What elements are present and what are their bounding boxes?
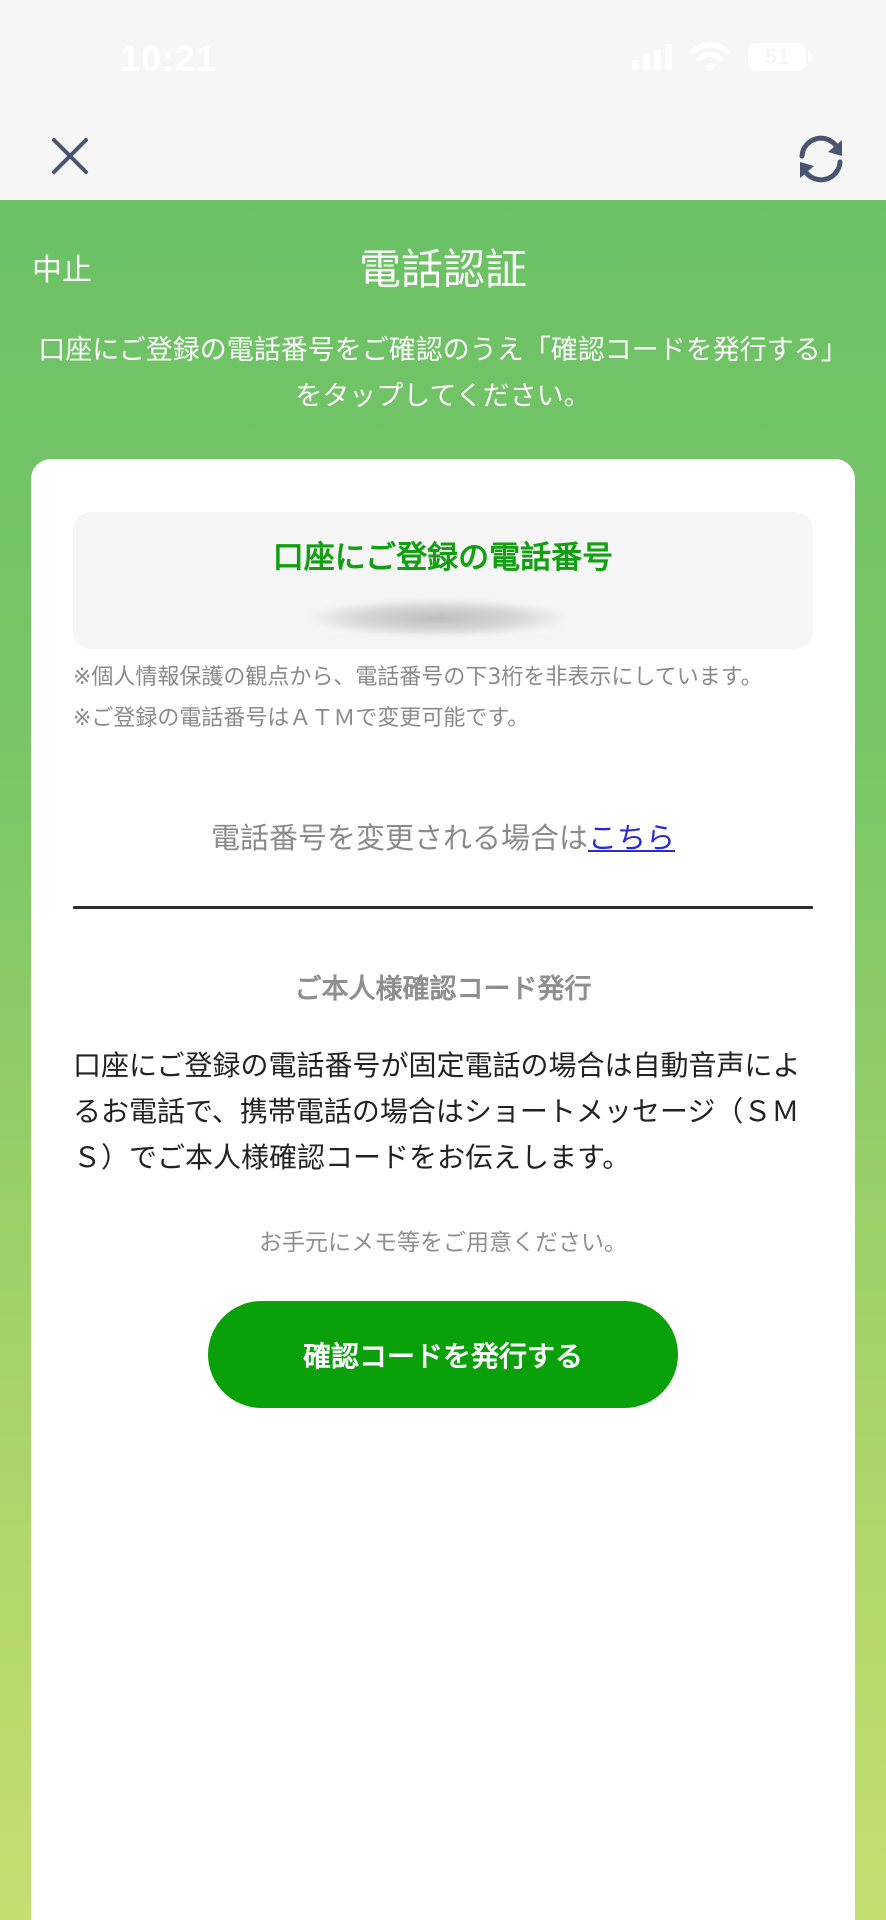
change-phone-line: 電話番号を変更される場合はこちら xyxy=(31,815,855,857)
privacy-note: ※個人情報保護の観点から、電話番号の下3桁を非表示にしています。 xyxy=(73,665,763,690)
signal-icon xyxy=(632,44,672,70)
battery-icon: 51 xyxy=(748,43,812,71)
masked-phone-number xyxy=(313,600,563,636)
page-title: 電話認証 xyxy=(358,245,527,294)
status-icons: 51 xyxy=(632,42,812,72)
close-button[interactable] xyxy=(48,134,92,178)
issue-code-button[interactable]: 確認コードを発行する xyxy=(208,1301,678,1408)
wifi-icon xyxy=(690,42,730,72)
reload-icon xyxy=(799,135,843,183)
intro-text: 口座にご登録の電話番号をご確認のうえ「確認コードを発行する」をタップしてください… xyxy=(38,335,848,412)
browser-toolbar xyxy=(0,110,886,200)
status-time: 10:21 xyxy=(120,38,218,79)
registered-phone-title: 口座にご登録の電話番号 xyxy=(272,540,614,576)
close-icon xyxy=(52,138,88,174)
registered-phone-box: 口座にご登録の電話番号 xyxy=(73,512,813,649)
privacy-notes: ※個人情報保護の観点から、電話番号の下3桁を非表示にしています。 ※ご登録の電話… xyxy=(73,657,813,739)
divider xyxy=(73,906,813,909)
section-title: ご本人様確認コード発行 xyxy=(294,974,592,1005)
status-bar: 10:21 51 xyxy=(0,0,886,110)
section-description: 口座にご登録の電話番号が固定電話の場合は自動音声によるお電話で、携帯電話の場合は… xyxy=(73,1049,801,1174)
atm-change-note: ※ご登録の電話番号はＡＴＭで変更可能です。 xyxy=(73,706,530,731)
memo-note: お手元にメモ等をご用意ください。 xyxy=(259,1230,627,1256)
change-phone-text: 電話番号を変更される場合は xyxy=(210,821,588,855)
content-card: 口座にご登録の電話番号 ※個人情報保護の観点から、電話番号の下3桁を非表示にして… xyxy=(31,459,855,1920)
change-phone-link[interactable]: こちら xyxy=(588,821,675,855)
reload-button[interactable] xyxy=(792,130,850,188)
